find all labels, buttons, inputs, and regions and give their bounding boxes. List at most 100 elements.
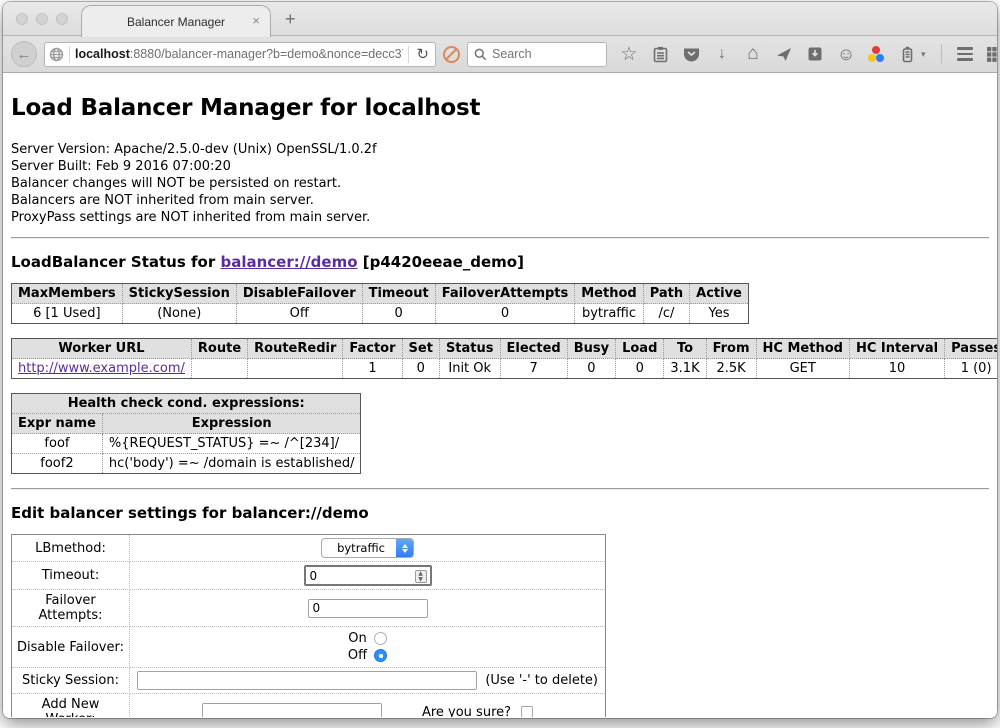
new-tab-button[interactable]: + (285, 10, 296, 28)
toolbar-divider (941, 44, 942, 64)
col-path: Path (643, 284, 689, 304)
form-row-sticky-session: Sticky Session: (Use '-' to delete) (12, 668, 606, 694)
status-heading-prefix: LoadBalancer Status for (11, 253, 220, 271)
persist-notice-line: Balancer changes will NOT be persisted o… (11, 175, 989, 192)
save-page-icon[interactable] (806, 45, 824, 63)
form-row-add-worker: Add New Worker: Are you sure? (12, 694, 606, 718)
menu-icon[interactable] (957, 47, 973, 61)
col-passes: Passes (945, 339, 997, 359)
bookmark-star-icon[interactable]: ☆ (620, 45, 638, 63)
bookmarks-clipboard-icon[interactable] (651, 45, 669, 63)
col-to: To (664, 339, 706, 359)
cell-timeout: 0 (362, 304, 435, 324)
table-row: 6 [1 Used] (None) Off 0 0 bytraffic /c/ … (12, 304, 749, 324)
col-timeout: Timeout (362, 284, 435, 304)
pocket-icon[interactable] (682, 45, 700, 63)
health-check-title: Health check cond. expressions: (12, 394, 361, 414)
cell-to: 3.1K (664, 359, 706, 379)
inherit-notice-line: Balancers are NOT inherited from main se… (11, 192, 989, 209)
cell-passes: 1 (0) (945, 359, 997, 379)
home-icon[interactable]: ⌂ (744, 45, 762, 63)
tab-balancer-manager[interactable]: Balancer Manager × (81, 5, 271, 37)
col-set: Set (402, 339, 439, 359)
form-row-lbmethod: LBmethod: bytraffic (12, 535, 606, 562)
page-title: Load Balancer Manager for localhost (11, 95, 989, 121)
url-path: :8880/balancer-manager?b=demo&nonce=decc… (130, 47, 404, 61)
balancer-settings-table: MaxMembers StickySession DisableFailover… (11, 283, 749, 324)
toolbar-icons: ☆ ↓ ⌂ ☺ ▾ (620, 44, 997, 64)
sticky-session-label: Sticky Session: (12, 668, 130, 694)
cell-expr-name: foof2 (12, 454, 103, 474)
table-row: foof %{REQUEST_STATUS} =~ /^[234]/ (12, 434, 361, 454)
timeout-input[interactable] (304, 565, 432, 586)
sticky-session-input[interactable] (137, 671, 477, 690)
tab-close-icon[interactable]: × (252, 14, 260, 27)
chevron-down-icon[interactable]: ▾ (921, 49, 926, 60)
form-row-timeout: Timeout: ▲▼ (12, 562, 606, 590)
confirm-label: Are you sure? (422, 705, 511, 718)
globe-icon (49, 47, 64, 62)
form-row-disable-failover: Disable Failover: On Off (12, 627, 606, 668)
balancer-demo-link[interactable]: balancer://demo (220, 253, 357, 271)
failover-attempts-label: Failover Attempts: (12, 590, 130, 627)
confirm-checkbox[interactable] (521, 706, 533, 717)
apps-grid-icon[interactable] (986, 45, 997, 63)
send-tab-icon[interactable] (775, 45, 793, 63)
form-row-failover-attempts: Failover Attempts: (12, 590, 606, 627)
col-busy: Busy (567, 339, 615, 359)
table-header-row: MaxMembers StickySession DisableFailover… (12, 284, 749, 304)
cell-route (191, 359, 247, 379)
cell-hc-interval: 10 (849, 359, 944, 379)
col-stickysession: StickySession (122, 284, 236, 304)
table-title-row: Health check cond. expressions: (12, 394, 361, 414)
forum-smiley-icon[interactable]: ☺ (837, 45, 855, 63)
health-check-table: Health check cond. expressions: Expr nam… (11, 393, 361, 474)
cell-routeredir (248, 359, 343, 379)
cell-status: Init Ok (439, 359, 500, 379)
edit-balancer-heading: Edit balancer settings for balancer://de… (11, 504, 989, 522)
cell-path: /c/ (643, 304, 689, 324)
disable-failover-on-radio[interactable] (374, 632, 387, 645)
titlebar: Balancer Manager × + (3, 2, 997, 36)
close-window-button[interactable] (16, 13, 28, 25)
col-failoverattempts: FailoverAttempts (435, 284, 575, 304)
reload-icon[interactable]: ↻ (414, 45, 431, 63)
minimize-window-button[interactable] (36, 13, 48, 25)
back-button[interactable]: ← (11, 41, 37, 67)
search-bar[interactable] (467, 42, 607, 67)
tab-title: Balancer Manager (127, 15, 225, 29)
lbmethod-select[interactable]: bytraffic (321, 538, 414, 558)
add-worker-label: Add New Worker: (12, 694, 130, 718)
zoom-window-button[interactable] (56, 13, 68, 25)
content-blocked-icon[interactable] (443, 46, 460, 63)
cell-worker-url: http://www.example.com/ (12, 359, 192, 379)
add-worker-input[interactable] (202, 703, 382, 718)
disable-failover-off-radio[interactable] (374, 649, 387, 662)
worker-status-table: Worker URL Route RouteRedir Factor Set S… (11, 338, 997, 379)
navigation-toolbar: ← localhost:8880/balancer-manager?b=demo… (3, 36, 997, 73)
worker-url-link[interactable]: http://www.example.com/ (18, 361, 185, 376)
col-hc-interval: HC Interval (849, 339, 944, 359)
cell-hc-method: GET (756, 359, 849, 379)
col-worker-url: Worker URL (12, 339, 192, 359)
col-routeredir: RouteRedir (248, 339, 343, 359)
col-route: Route (191, 339, 247, 359)
divider (11, 488, 989, 490)
radio-off-label: Off (348, 648, 367, 663)
url-text[interactable]: localhost:8880/balancer-manager?b=demo&n… (75, 47, 403, 61)
url-divider (69, 46, 70, 63)
table-row: http://www.example.com/ 1 0 Init Ok 7 0 … (12, 359, 998, 379)
status-heading-suffix: [p4420eeae_demo] (358, 253, 524, 271)
url-divider (408, 46, 409, 63)
failover-attempts-input[interactable] (308, 599, 428, 618)
number-stepper-icon[interactable]: ▲▼ (415, 570, 427, 583)
url-host: localhost (75, 47, 130, 61)
battery-panel-icon[interactable] (898, 45, 916, 63)
url-bar[interactable]: localhost:8880/balancer-manager?b=demo&n… (44, 42, 436, 67)
color-dots-icon[interactable] (868, 46, 885, 63)
downloads-icon[interactable]: ↓ (713, 45, 731, 63)
server-version-line: Server Version: Apache/2.5.0-dev (Unix) … (11, 141, 989, 158)
divider (11, 237, 989, 239)
cell-expression: %{REQUEST_STATUS} =~ /^[234]/ (102, 434, 361, 454)
search-input[interactable] (492, 47, 600, 61)
